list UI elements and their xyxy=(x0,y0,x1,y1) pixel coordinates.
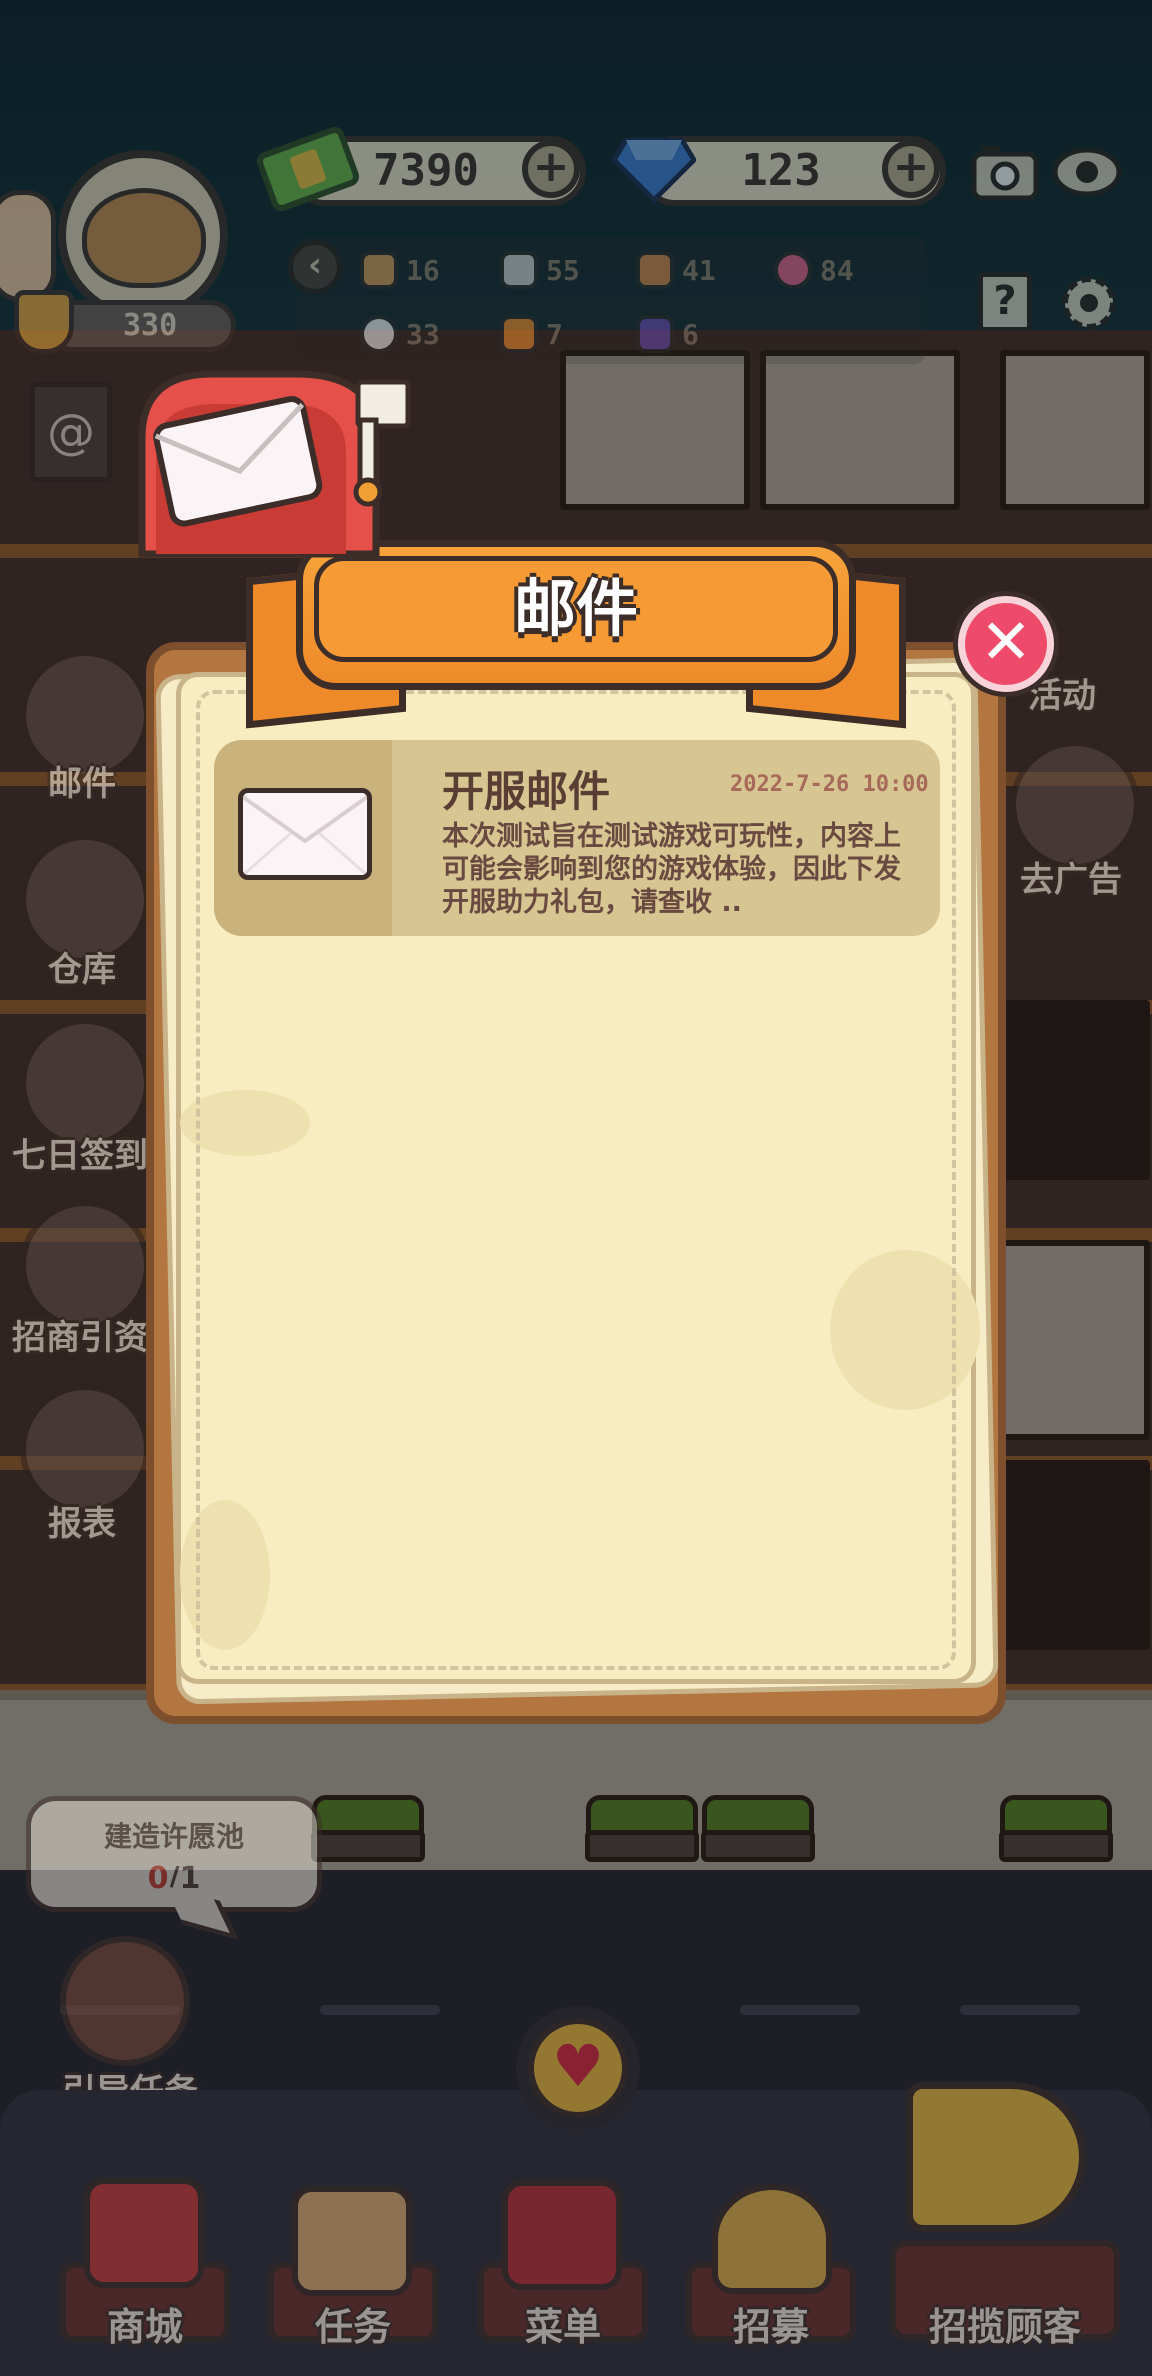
megaphone-icon xyxy=(906,2082,1086,2232)
resource-wood: 16 xyxy=(360,248,440,292)
trophy-value: 330 xyxy=(123,308,178,343)
wish-pool-bubble[interactable]: 建造许愿池 0/1 xyxy=(26,1796,322,1912)
brick-icon xyxy=(636,251,674,289)
menu-book-icon xyxy=(502,2180,622,2290)
envelope-icon xyxy=(238,788,372,880)
mail-dialog-title: 邮件 xyxy=(513,572,638,645)
add-cash-button[interactable]: + xyxy=(522,140,580,198)
warehouse-menu-label: 仓库 xyxy=(48,950,116,990)
wish-pool-title: 建造许愿池 xyxy=(103,1820,244,1853)
mailbox-icon xyxy=(138,370,411,558)
wood-icon xyxy=(360,251,398,289)
recruit-icon xyxy=(712,2184,832,2294)
resource-crystal: 6 xyxy=(636,312,699,356)
resource-value: 16 xyxy=(406,253,440,287)
collapse-resources-button[interactable]: ‹ xyxy=(288,240,342,294)
resource-value: 6 xyxy=(682,317,699,351)
wish-pool-current: 0 xyxy=(147,1861,169,1896)
friend-avatar[interactable] xyxy=(0,190,56,302)
resource-brick: 41 xyxy=(636,248,716,292)
shop-icon xyxy=(84,2178,204,2288)
wish-pool-total: /1 xyxy=(168,1861,201,1896)
resource-cotton: 33 xyxy=(360,312,440,356)
resource-value: 41 xyxy=(682,253,716,287)
tab-tasks-label: 任务 xyxy=(314,2305,391,2349)
mail-subject: 开服邮件 xyxy=(442,767,611,816)
cat-face-icon xyxy=(82,188,206,288)
carrot-icon xyxy=(500,315,538,353)
checkin-menu-label: 七日签到 xyxy=(12,1136,148,1176)
resource-carrot: 7 xyxy=(500,312,563,356)
gear-icon[interactable] xyxy=(1056,270,1122,336)
resource-value: 55 xyxy=(546,253,580,287)
camera-icon[interactable] xyxy=(970,142,1040,202)
eye-icon[interactable] xyxy=(1052,142,1122,202)
wish-pool-progress: 0/1 xyxy=(31,1861,317,1896)
tab-menu-label: 菜单 xyxy=(524,2305,601,2349)
resource-flower: 84 xyxy=(774,248,854,292)
report-menu-button[interactable] xyxy=(20,1384,150,1514)
heart-icon[interactable]: ♥ xyxy=(528,2018,628,2118)
crystal-icon xyxy=(636,315,674,353)
resource-value: 7 xyxy=(546,317,563,351)
resource-value: 33 xyxy=(406,317,440,351)
add-gems-button[interactable]: + xyxy=(882,140,940,198)
stone-icon xyxy=(500,251,538,289)
cotton-icon xyxy=(360,315,398,353)
clipboard-icon xyxy=(292,2186,412,2296)
investment-menu-label: 招商引资 xyxy=(12,1318,148,1358)
tab-recruit-label: 招募 xyxy=(732,2305,809,2349)
guide-task-button[interactable] xyxy=(60,1936,190,2066)
flower-icon xyxy=(774,251,812,289)
help-button[interactable]: ? xyxy=(978,272,1032,332)
report-menu-label: 报表 xyxy=(48,1504,116,1544)
ads-menu-label: 去广告 xyxy=(1020,860,1122,900)
trophy-icon xyxy=(14,290,74,354)
gem-value: 123 xyxy=(741,145,821,196)
portal-icon[interactable]: @ xyxy=(30,382,112,482)
tab-shop-label: 商城 xyxy=(106,2305,183,2349)
resource-value: 84 xyxy=(820,253,854,287)
mail-preview: 本次测试旨在测试游戏可玩性，内容上可能会影响到您的游戏体验，因此下发开服助力礼包… xyxy=(442,821,901,918)
tab-attract-label: 招揽顾客 xyxy=(928,2305,1081,2349)
trophy-counter: 330 xyxy=(46,300,236,352)
close-button[interactable]: ✕ xyxy=(958,596,1054,692)
diamond-icon xyxy=(612,137,696,204)
player-avatar[interactable] xyxy=(58,150,228,320)
mail-menu-label: 邮件 xyxy=(48,764,116,804)
mail-date: 2022-7-26 10:00 xyxy=(730,772,929,797)
resource-stone: 55 xyxy=(500,248,580,292)
ads-menu-button[interactable] xyxy=(1010,740,1140,870)
